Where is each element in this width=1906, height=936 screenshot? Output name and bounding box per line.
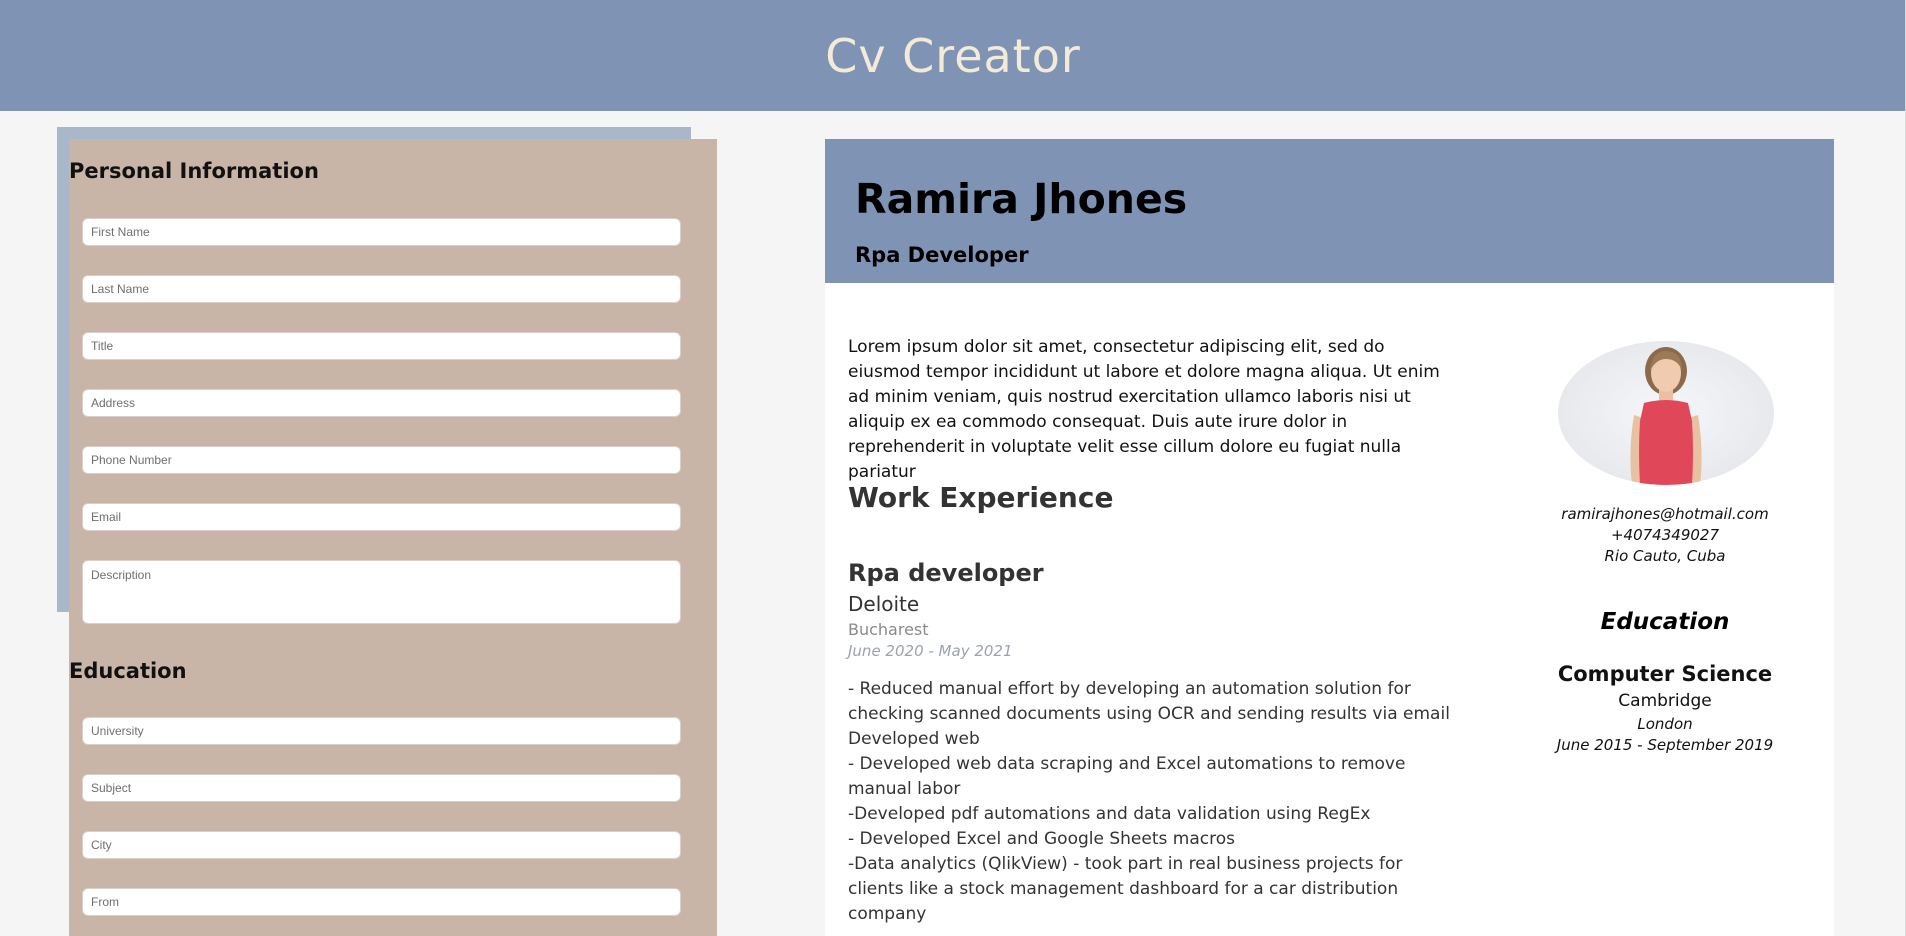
app-title: Cv Creator [825,28,1081,83]
university-input[interactable] [82,717,681,745]
job-line: - Reduced manual effort by developing an… [848,679,1450,749]
job-city: Bucharest [848,620,929,639]
person-icon [1630,347,1702,485]
last-name-input[interactable] [82,275,681,303]
email-input[interactable] [82,503,681,531]
description-textarea[interactable] [82,560,681,624]
job-company: Deloite [848,592,920,616]
cv-header: Ramira Jhones Rpa Developer [825,139,1834,283]
from-input[interactable] [82,888,681,916]
contact-phone: +4074349027 [1610,526,1719,544]
job-description: - Reduced manual effort by developing an… [848,677,1473,927]
subject-input[interactable] [82,774,681,802]
address-input[interactable] [82,389,681,417]
job-line: - Developed Excel and Google Sheets macr… [848,829,1235,849]
cv-name: Ramira Jhones [855,175,1188,223]
phone-input[interactable] [82,446,681,474]
job-dates: June 2020 - May 2021 [848,642,1013,660]
profile-photo [1558,341,1774,485]
title-input[interactable] [82,332,681,360]
job-position: Rpa developer [848,559,1044,587]
education-university: Cambridge [1618,691,1712,711]
cv-job-title: Rpa Developer [855,243,1029,267]
work-experience-heading: Work Experience [848,481,1114,514]
education-form-heading: Education [69,659,187,683]
education-heading: Education [1600,609,1730,635]
education-subject: Computer Science [1557,662,1773,686]
contact-email: ramirajhones@hotmail.com [1561,505,1769,523]
contact-address: Rio Cauto, Cuba [1604,547,1726,565]
personal-info-heading: Personal Information [69,159,319,183]
education-dates: June 2015 - September 2019 [1556,736,1774,754]
cv-preview: Ramira Jhones Rpa Developer Lorem ipsum … [825,139,1834,936]
job-line: - Developed web data scraping and Excel … [848,754,1406,799]
job-line: -Developed pdf automations and data vali… [848,804,1371,824]
app-header: Cv Creator [0,0,1906,111]
city-input[interactable] [82,831,681,859]
cv-form: Personal Information Education [69,139,717,936]
cv-description: Lorem ipsum dolor sit amet, consectetur … [848,337,1440,482]
first-name-input[interactable] [82,218,681,246]
job-line: -Data analytics (QlikView) - took part i… [848,854,1403,924]
education-city: London [1637,715,1693,733]
